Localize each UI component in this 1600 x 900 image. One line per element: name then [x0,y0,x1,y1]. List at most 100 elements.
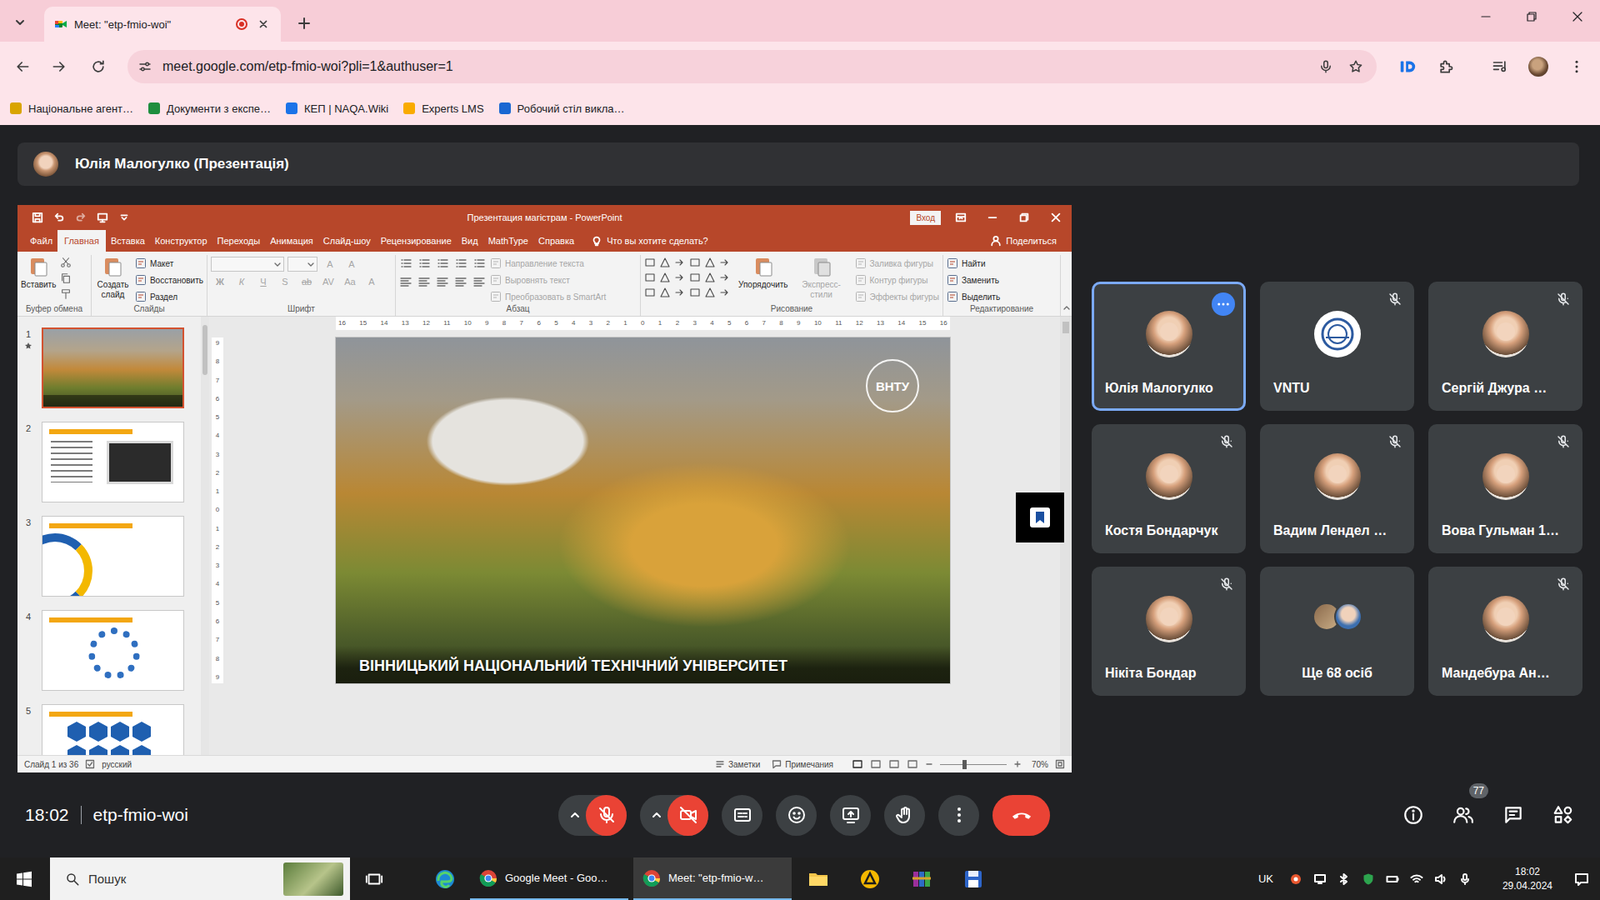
clock[interactable]: 18:0229.04.2024 [1502,865,1553,892]
ppt-close-button[interactable] [1040,205,1072,230]
extension-button[interactable] [1392,51,1423,82]
present-button[interactable] [830,795,871,836]
tell-me-box[interactable]: Что вы хотите сделать? [590,230,709,252]
list-icon[interactable] [435,256,450,270]
bookmark-overlay-button[interactable] [1015,492,1065,543]
ribbon-small-button[interactable]: Контур фигуры [855,271,940,289]
shape-icon[interactable] [674,271,686,284]
participant-tile[interactable]: Нікіта Бондар [1091,566,1246,696]
ribbon-small-button[interactable]: Преобразовать в SmartArt [490,288,606,305]
thumbnail-row[interactable]: 4 [17,610,201,691]
display-icon[interactable] [1313,872,1327,886]
ribbon-small-button[interactable]: Направление текста [490,255,606,272]
ribbon-large-button[interactable]: Вставить [20,255,56,290]
tab-search-button[interactable] [6,9,34,36]
ribbon-small-button[interactable]: Найти [946,255,1000,272]
ppt-restore-button[interactable] [1008,205,1040,230]
ribbon-tab[interactable]: Главная [57,230,106,252]
ppt-minimize-button[interactable] [976,205,1009,230]
participant-options-button[interactable] [1211,292,1235,316]
zoom-in-icon[interactable] [1013,760,1022,769]
bookmark[interactable]: Робочий стіл викла… [499,102,625,115]
copy-icon[interactable] [60,272,72,285]
zoom-out-icon[interactable] [925,760,934,769]
notifications-button[interactable] [1563,857,1600,900]
ribbon-tab[interactable]: Анимация [265,230,319,252]
ribbon-tab[interactable]: Справка [533,230,580,252]
shape-icon[interactable] [644,256,656,269]
align-icon[interactable] [399,275,413,289]
ribbon-tab[interactable]: Слайд-шоу [318,230,376,252]
notes-button[interactable]: Заметки [715,759,760,770]
mic-button[interactable] [585,795,627,836]
ribbon-display-button[interactable] [945,205,977,230]
shape-icon[interactable] [659,286,671,299]
font-size-button[interactable]: A [320,259,340,270]
list-icon[interactable] [399,256,413,270]
shape-icon[interactable] [704,286,716,299]
align-icon[interactable] [435,275,450,289]
participant-tile[interactable]: Вова Гульман 1… [1428,424,1583,554]
browser-menu-button[interactable] [1561,51,1592,82]
ribbon-small-button[interactable]: Восстановить [135,271,204,289]
ribbon-small-button[interactable]: Выделить [946,288,1000,305]
leave-button[interactable] [992,795,1050,836]
scrollbar-thumb[interactable] [1062,321,1070,334]
participant-tile[interactable]: Костя Бондарчук [1091,424,1246,554]
security-icon[interactable] [1361,872,1375,886]
people-button[interactable]: 77 [1443,795,1484,835]
ribbon-tab[interactable]: Конструктор [150,230,213,252]
list-icon[interactable] [454,256,468,270]
thumbnail-row[interactable]: 5 [17,704,201,755]
ribbon-small-button[interactable]: Выровнять текст [490,271,606,289]
ribbon-small-button[interactable]: Макет [135,255,204,272]
ribbon-large-button[interactable]: Экспресс-стили [792,255,851,300]
participant-tile[interactable]: Ще 68 осіб [1260,566,1415,696]
fit-slide-icon[interactable] [1055,759,1065,770]
collapse-ribbon-button[interactable] [1060,255,1072,316]
camera-options-button[interactable] [645,795,668,836]
shape-icon[interactable] [659,256,671,269]
thumbnail-row[interactable]: 3 [17,515,201,597]
close-window-button[interactable] [1554,0,1600,34]
chat-button[interactable] [1493,795,1534,835]
redo-icon[interactable] [75,211,87,224]
align-icon[interactable] [417,275,431,289]
shape-icon[interactable] [719,286,731,299]
font-style-button[interactable]: К [232,276,251,287]
share-button[interactable]: Поделиться [990,230,1072,252]
font-size-field[interactable] [287,256,318,272]
star-icon[interactable] [1343,54,1369,80]
extensions-button[interactable] [1430,51,1461,82]
shape-icon[interactable] [719,256,731,269]
thumbnail-row[interactable]: 2 [17,421,201,503]
slide-thumbnail[interactable] [41,515,185,597]
forward-button[interactable] [44,51,75,82]
app-taskbar-button[interactable] [850,857,890,900]
shape-icon[interactable] [704,256,716,269]
start-button[interactable] [0,857,49,900]
ribbon-tab[interactable]: Вид [456,230,484,252]
camera-button[interactable] [667,795,709,836]
slideshow-icon[interactable] [96,211,109,224]
wifi-icon[interactable] [1410,872,1424,886]
restore-button[interactable] [1508,0,1555,34]
slide-thumbnail[interactable] [41,704,185,755]
zoom-slider-knob[interactable] [962,760,967,770]
chrome-taskbar-button[interactable]: Google Meet - Goo… [470,857,629,900]
zoom-slider[interactable] [940,764,1007,765]
site-settings-icon[interactable] [132,54,158,80]
spelling-icon[interactable] [85,759,95,770]
font-style-button[interactable]: A [362,276,381,287]
profile-button[interactable] [1523,51,1554,82]
participant-tile[interactable]: Сергій Джура … [1428,281,1583,411]
cut-icon[interactable] [60,256,72,269]
shape-icon[interactable] [644,286,656,299]
shape-icon[interactable] [689,271,701,284]
ribbon-tab[interactable]: Файл [25,230,58,252]
chrome-taskbar-button[interactable]: Meet: "etp-fmio-w… [633,857,792,900]
view-icon[interactable] [906,758,919,770]
volume-icon[interactable] [1434,872,1448,886]
taskbar-search[interactable]: Пошук [50,857,350,900]
font-style-button[interactable]: AV [319,276,338,287]
